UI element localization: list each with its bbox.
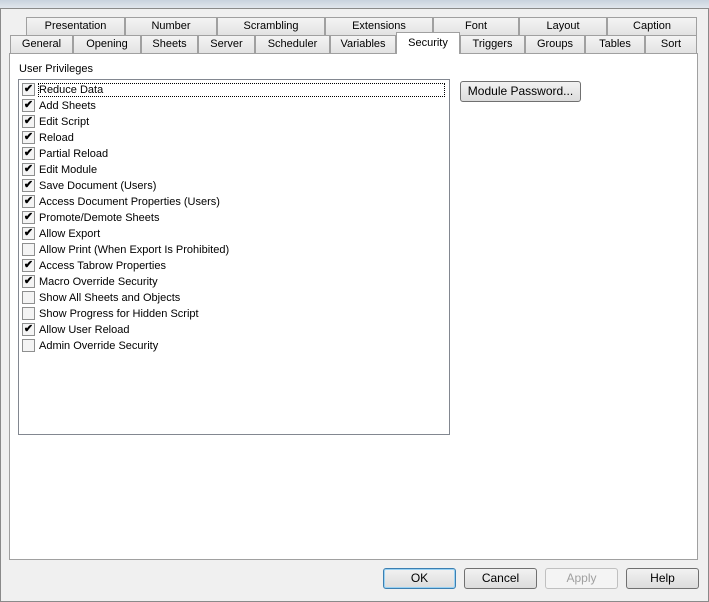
privilege-label: Show Progress for Hidden Script — [39, 307, 199, 320]
privilege-label: Edit Script — [39, 115, 90, 128]
user-privileges-label: User Privileges — [19, 63, 93, 75]
tab-opening[interactable]: Opening — [73, 35, 141, 53]
privilege-label: Partial Reload — [39, 147, 109, 160]
checkbox[interactable]: ✔ — [22, 211, 35, 224]
privilege-item[interactable]: ✔ Reload — [22, 130, 74, 145]
privilege-item[interactable]: ✔ Save Document (Users) — [22, 178, 156, 193]
checkbox[interactable] — [22, 339, 35, 352]
apply-button[interactable]: Apply — [545, 568, 618, 589]
module-password-button[interactable]: Module Password... — [460, 81, 581, 102]
checkbox[interactable]: ✔ — [22, 259, 35, 272]
privilege-item[interactable]: ✔ Add Sheets — [22, 98, 96, 113]
checkbox[interactable]: ✔ — [22, 163, 35, 176]
tab-tables[interactable]: Tables — [585, 35, 645, 53]
tab-caption[interactable]: Caption — [607, 17, 697, 35]
tab-general[interactable]: General — [10, 35, 73, 53]
help-button[interactable]: Help — [626, 568, 699, 589]
tab-server[interactable]: Server — [198, 35, 255, 53]
tab-sort[interactable]: Sort — [645, 35, 697, 53]
privilege-item[interactable]: ✔ Edit Module — [22, 162, 97, 177]
privilege-item[interactable]: ✔ Macro Override Security — [22, 274, 158, 289]
privilege-item[interactable]: ✔ Edit Script — [22, 114, 89, 129]
ok-button[interactable]: OK — [383, 568, 456, 589]
privilege-item[interactable]: ✔ Access Tabrow Properties — [22, 258, 166, 273]
privilege-label: Access Tabrow Properties — [39, 259, 166, 272]
checkbox[interactable] — [22, 307, 35, 320]
privilege-label: Allow Print (When Export Is Prohibited) — [39, 243, 230, 256]
privilege-item[interactable]: ✔ Promote/Demote Sheets — [22, 210, 159, 225]
checkbox[interactable] — [22, 243, 35, 256]
tab-security[interactable]: Security — [396, 32, 460, 54]
tab-groups[interactable]: Groups — [525, 35, 585, 53]
privilege-label: Show All Sheets and Objects — [39, 291, 181, 304]
checkbox[interactable]: ✔ — [22, 179, 35, 192]
privilege-label: Allow User Reload — [39, 323, 130, 336]
user-privileges-list[interactable]: ✔ Reduce Data ✔ Add Sheets ✔ Edit Script ✔ Relo… — [18, 79, 450, 435]
checkbox[interactable]: ✔ — [22, 323, 35, 336]
privilege-item[interactable]: Allow Print (When Export Is Prohibited) — [22, 242, 229, 257]
privilege-label: Access Document Properties (Users) — [39, 195, 220, 208]
privilege-label: Allow Export — [39, 227, 101, 240]
tab-triggers[interactable]: Triggers — [460, 35, 525, 53]
tab-scheduler[interactable]: Scheduler — [255, 35, 330, 53]
privilege-label: Reduce Data — [38, 82, 445, 97]
tab-variables[interactable]: Variables — [330, 35, 396, 53]
checkbox[interactable]: ✔ — [22, 195, 35, 208]
privilege-label: Add Sheets — [39, 99, 96, 112]
checkbox[interactable]: ✔ — [22, 227, 35, 240]
checkbox[interactable] — [22, 291, 35, 304]
privilege-item[interactable]: Show All Sheets and Objects — [22, 290, 180, 305]
privilege-item[interactable]: ✔ Allow Export — [22, 226, 100, 241]
privilege-item[interactable]: Show Progress for Hidden Script — [22, 306, 199, 321]
tab-number[interactable]: Number — [125, 17, 217, 35]
privilege-item[interactable]: ✔ Partial Reload — [22, 146, 108, 161]
checkbox[interactable]: ✔ — [22, 147, 35, 160]
privilege-label: Reload — [39, 131, 74, 144]
checkbox[interactable]: ✔ — [22, 131, 35, 144]
privilege-item[interactable]: ✔ Allow User Reload — [22, 322, 129, 337]
privilege-label: Save Document (Users) — [39, 179, 157, 192]
privilege-label: Promote/Demote Sheets — [39, 211, 160, 224]
tab-presentation[interactable]: Presentation — [26, 17, 125, 35]
checkbox[interactable]: ✔ — [22, 99, 35, 112]
cancel-button[interactable]: Cancel — [464, 568, 537, 589]
checkbox[interactable]: ✔ — [22, 275, 35, 288]
privilege-item[interactable]: ✔ Access Document Properties (Users) — [22, 194, 220, 209]
privilege-label: Edit Module — [39, 163, 98, 176]
privilege-label: Macro Override Security — [39, 275, 158, 288]
privilege-item[interactable]: Admin Override Security — [22, 338, 158, 353]
checkbox[interactable]: ✔ — [22, 115, 35, 128]
tab-sheets[interactable]: Sheets — [141, 35, 198, 53]
tab-scrambling[interactable]: Scrambling — [217, 17, 325, 35]
privilege-label: Admin Override Security — [39, 339, 159, 352]
privilege-item[interactable]: ✔ Reduce Data — [22, 82, 445, 97]
tab-layout[interactable]: Layout — [519, 17, 607, 35]
checkbox[interactable]: ✔ — [22, 83, 35, 96]
